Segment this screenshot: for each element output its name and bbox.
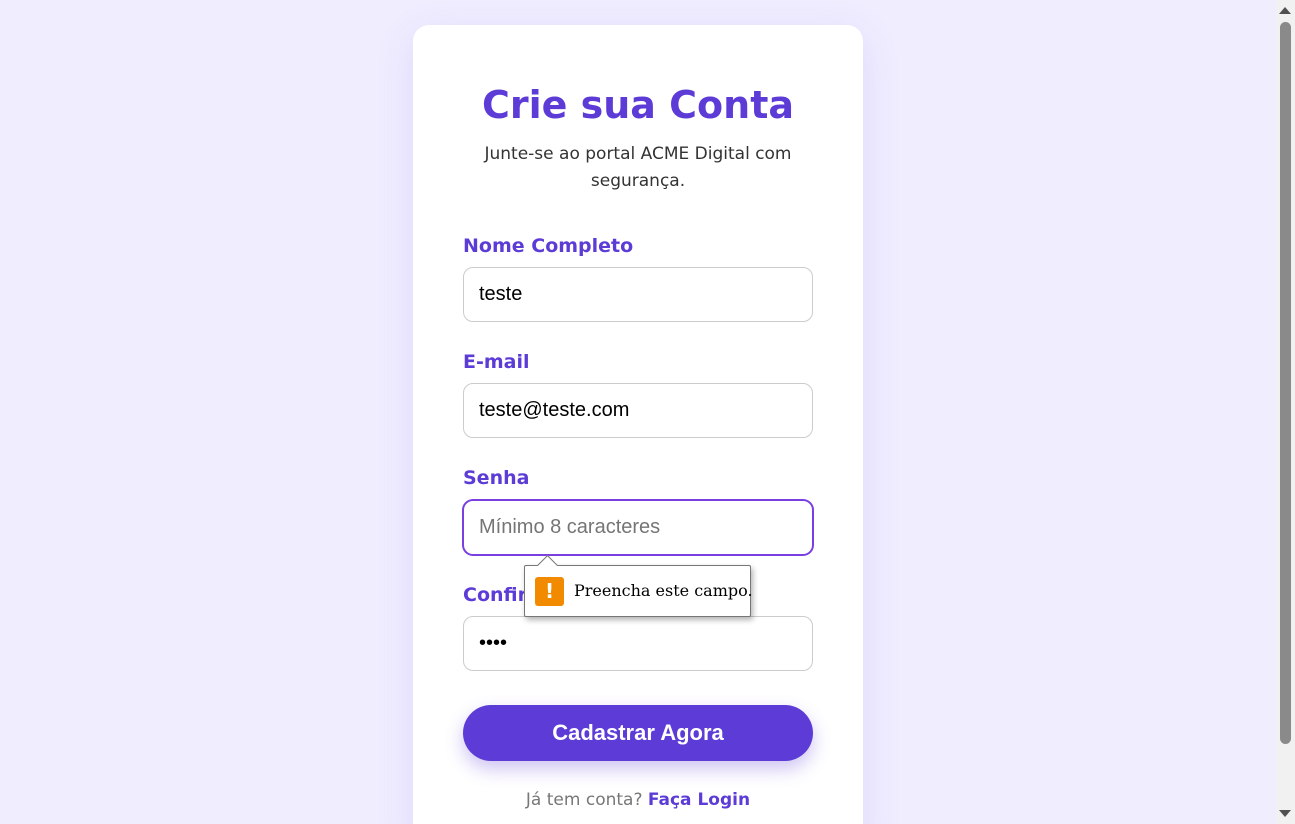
password-label: Senha (463, 467, 530, 489)
validation-tooltip: ! Preencha este campo. (524, 554, 753, 617)
login-link[interactable]: Faça Login (648, 790, 750, 810)
scroll-up-arrow-icon[interactable] (1279, 7, 1291, 14)
scroll-down-arrow-icon[interactable] (1279, 810, 1291, 817)
page-title: Crie sua Conta (481, 83, 795, 127)
register-button[interactable]: Cadastrar Agora (463, 705, 813, 761)
name-label: Nome Completo (463, 235, 634, 257)
scroll-thumb[interactable] (1280, 22, 1291, 744)
validation-message: Preencha este campo. (574, 581, 753, 600)
confirm-password-input[interactable] (463, 616, 813, 671)
email-input[interactable] (463, 383, 813, 438)
email-label: E-mail (463, 351, 530, 373)
vertical-scrollbar[interactable] (1276, 0, 1295, 824)
login-prompt: Já tem conta? Faça Login (413, 790, 863, 810)
password-input[interactable] (463, 500, 813, 555)
signup-card: Crie sua Conta Junte-se ao portal ACME D… (413, 25, 863, 824)
warning-icon: ! (535, 577, 564, 606)
page-subtitle: Junte-se ao portal ACME Digital com segu… (484, 144, 792, 191)
login-prompt-text: Já tem conta? (525, 790, 643, 810)
name-input[interactable] (463, 267, 813, 322)
